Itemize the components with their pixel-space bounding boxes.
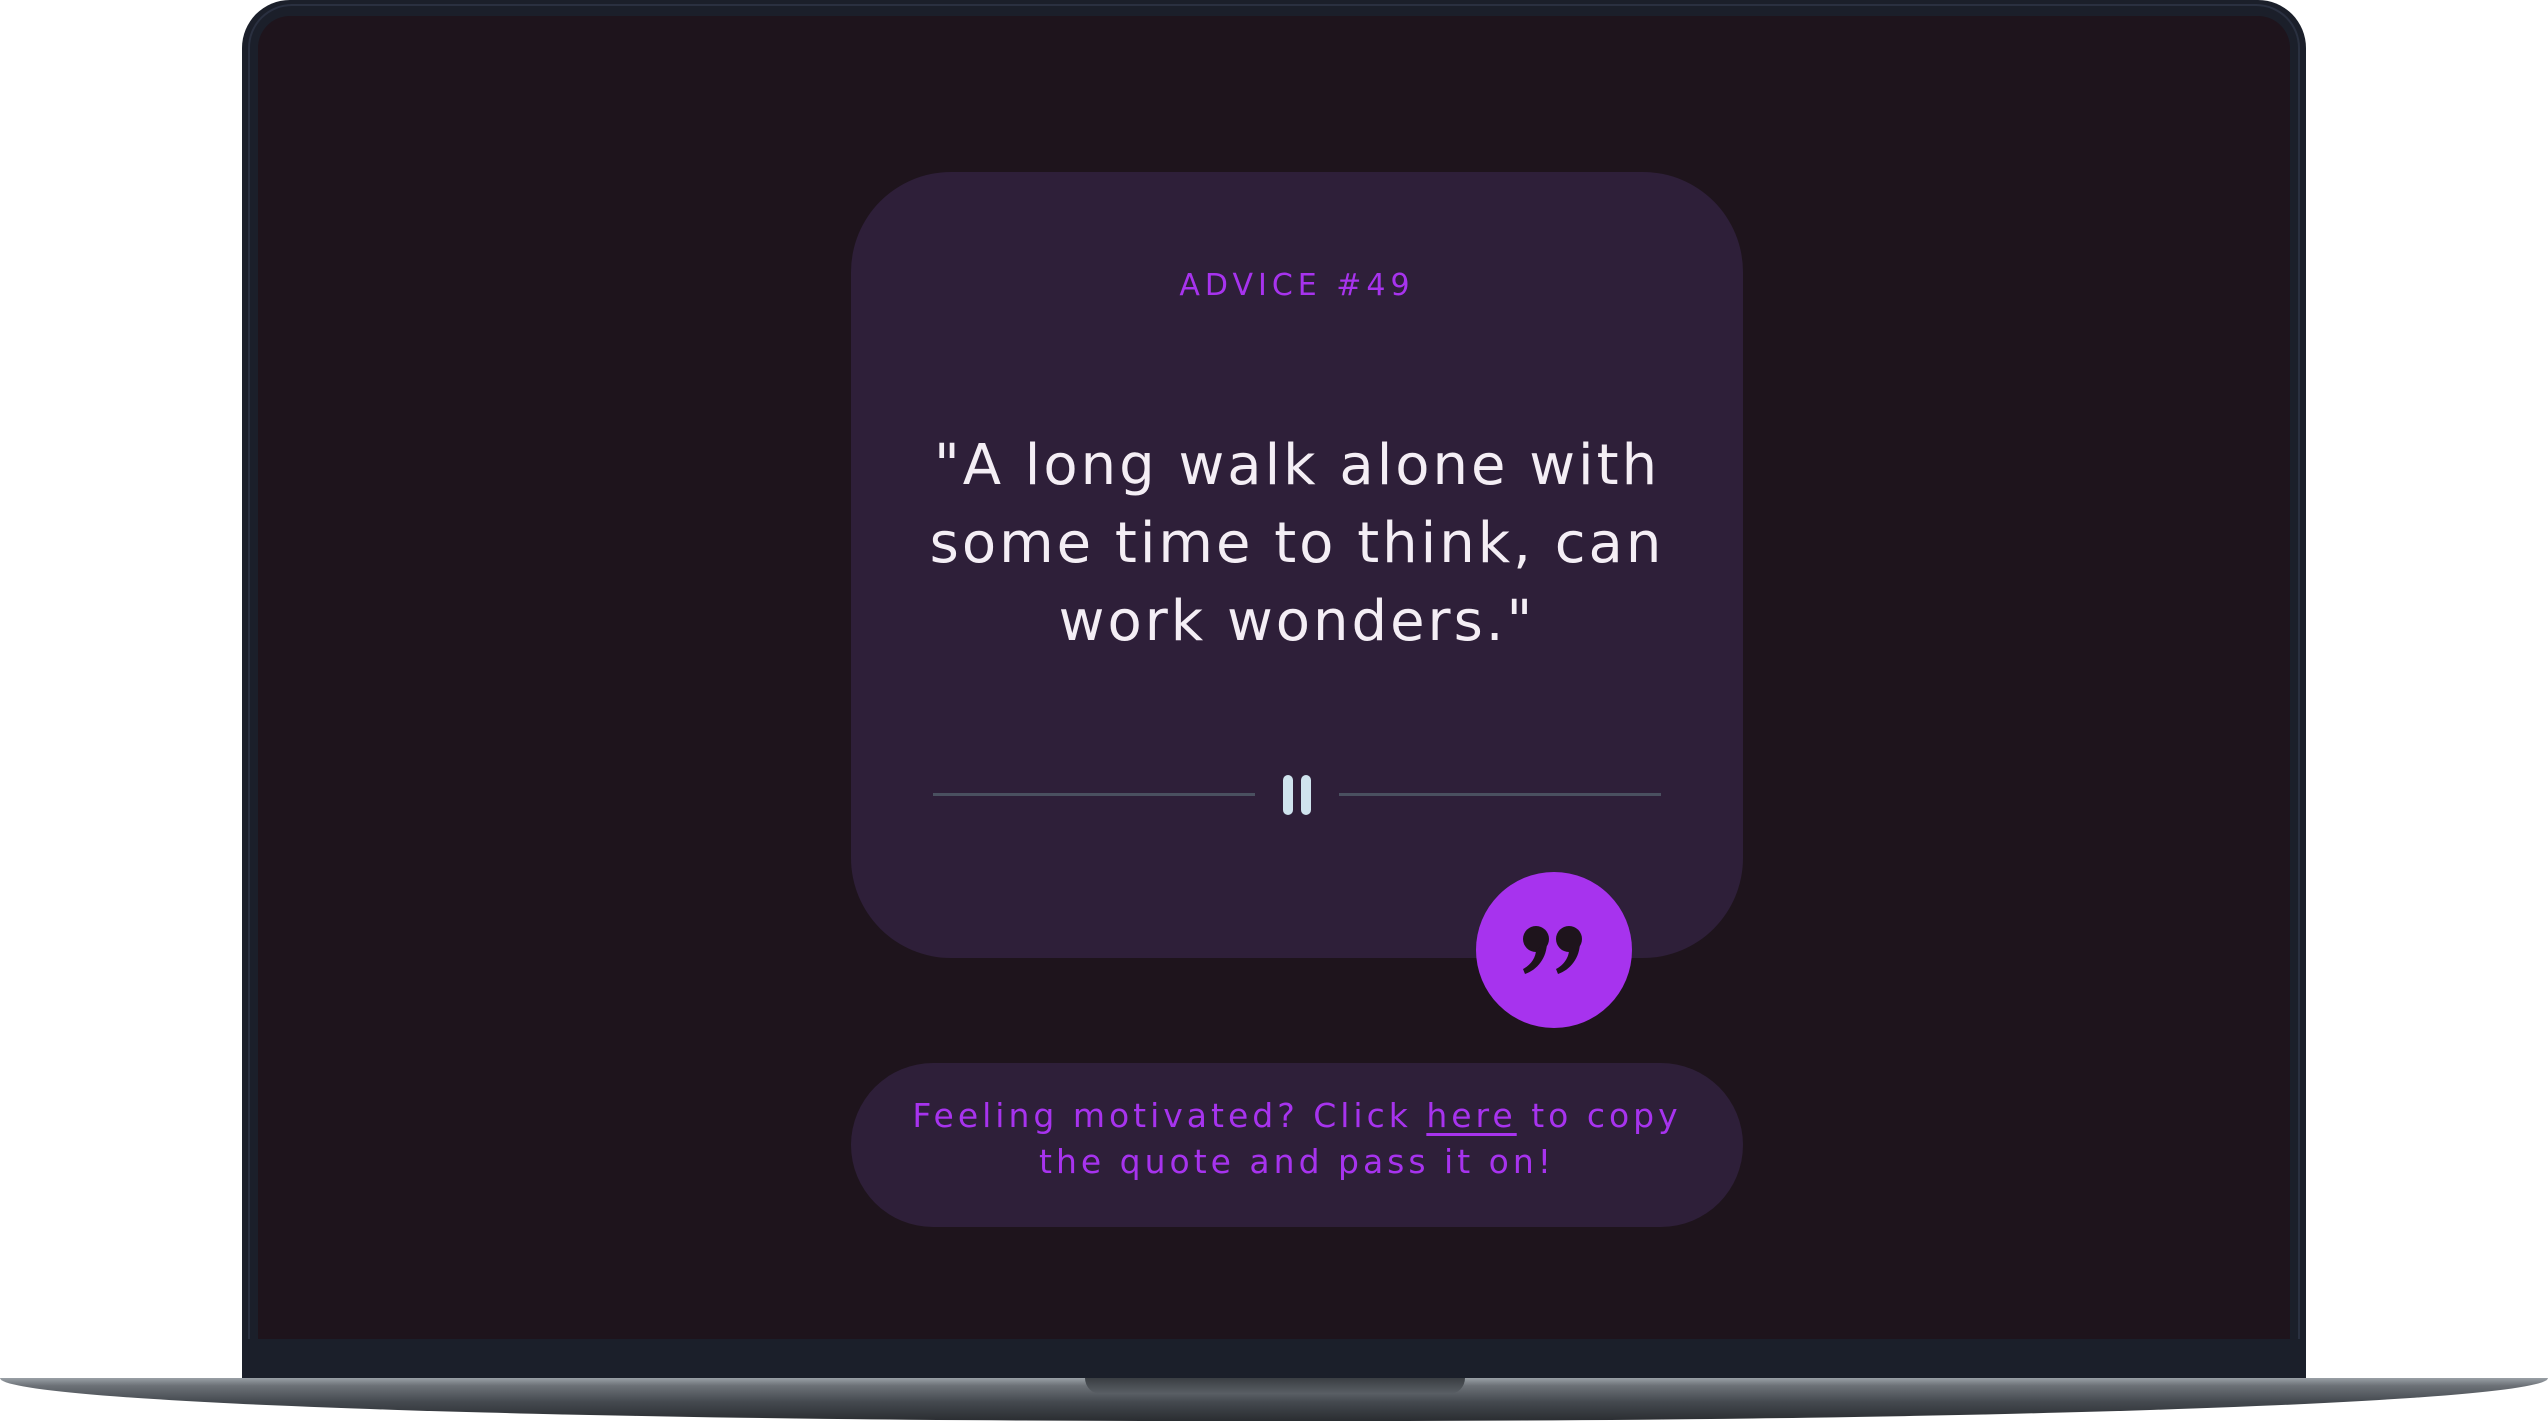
laptop-base-notch [1085,1378,1465,1394]
advice-card: ADVICE #49 "A long walk alone with some … [851,172,1743,958]
pause-icon [1283,775,1311,815]
footer-pill: Feeling motivated? Click here to copy th… [851,1063,1743,1227]
divider-line-right [1339,793,1661,796]
advice-quote: "A long walk alone with some time to thi… [929,433,1665,654]
footer-text-before: Feeling motivated? Click [912,1096,1427,1135]
advice-id: ADVICE #49 [1179,268,1415,303]
copy-link[interactable]: here [1426,1096,1516,1135]
quote-marks-icon [1523,926,1582,974]
divider-line-left [933,793,1255,796]
divider [851,769,1743,819]
screen: ADVICE #49 "A long walk alone with some … [258,16,2290,1339]
quote-button[interactable] [1476,872,1632,1028]
footer-text: Feeling motivated? Click here to copy th… [881,1093,1713,1185]
